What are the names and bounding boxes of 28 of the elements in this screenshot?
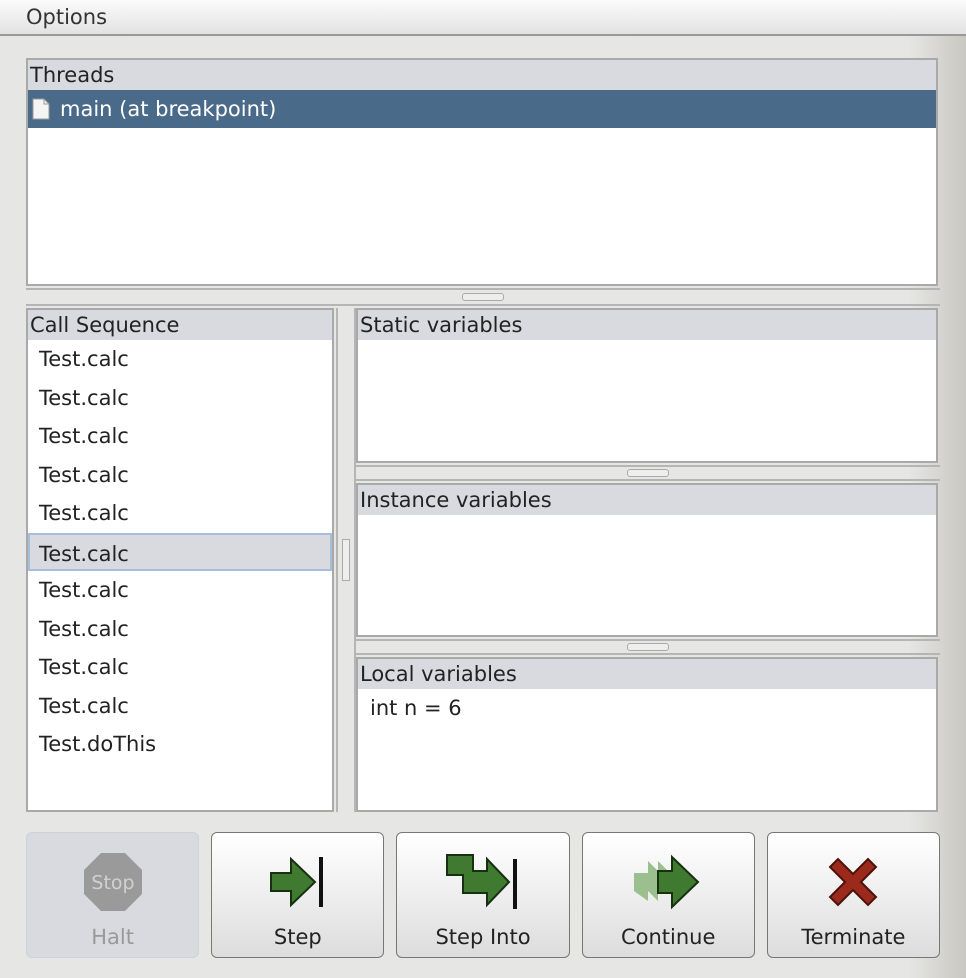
step-into-button[interactable]: Step Into	[396, 832, 570, 958]
call-row[interactable]: Test.calc	[28, 417, 332, 456]
terminate-button[interactable]: Terminate	[766, 832, 940, 958]
call-row[interactable]: Test.calc	[28, 340, 332, 378]
call-row[interactable]: Test.calc	[28, 494, 332, 532]
call-row[interactable]: Test.calc	[28, 610, 332, 648]
call-row[interactable]: Test.calc	[28, 648, 332, 686]
splitter-handle[interactable]	[462, 293, 504, 301]
panel-header: Threads	[28, 60, 936, 90]
panel-header: Call Sequence	[28, 310, 332, 340]
call-row[interactable]: Test.calc	[28, 456, 332, 494]
menu-item[interactable]: Options	[26, 5, 108, 29]
splitter-handle[interactable]	[627, 468, 669, 477]
continue-button[interactable]: Continue	[582, 832, 755, 958]
panel-header: Local variables	[358, 659, 936, 690]
splitter-handle[interactable]	[342, 539, 350, 581]
step-button[interactable]: Step	[211, 832, 384, 958]
call-row[interactable]: Test.calc	[28, 378, 332, 417]
panel-header: Static variables	[358, 310, 936, 340]
call-row[interactable]: Test.doThis	[28, 725, 332, 764]
thread-row[interactable]: main (at breakpoint)	[28, 90, 936, 128]
call-row[interactable]: Test.calc	[28, 532, 332, 571]
document-icon	[32, 98, 50, 120]
panel-header: Instance variables	[358, 484, 936, 515]
splitter-handle[interactable]	[627, 643, 669, 652]
call-row[interactable]: Test.calc	[28, 571, 332, 610]
call-row[interactable]: Test.calc	[28, 686, 332, 725]
variable-row[interactable]: int n = 6	[358, 689, 936, 728]
